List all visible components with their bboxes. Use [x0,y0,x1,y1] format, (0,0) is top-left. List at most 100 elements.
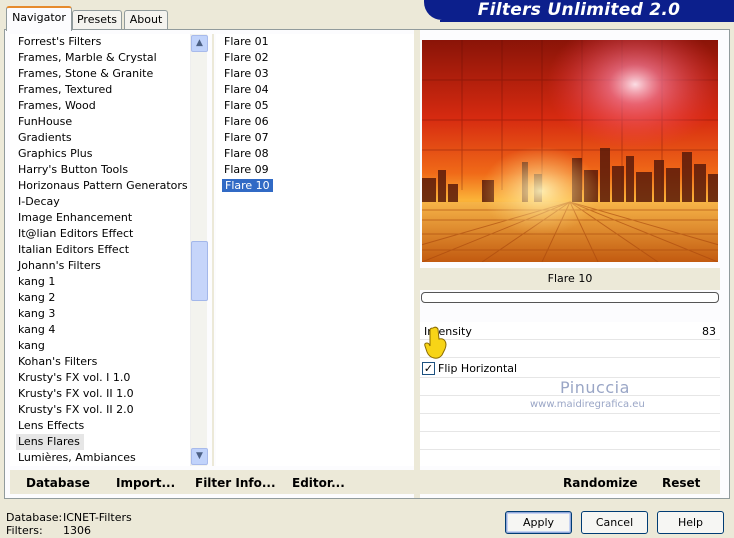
filter-item[interactable]: Flare 10 [216,178,414,194]
category-item[interactable]: Krusty's FX vol. II 1.0 [10,386,190,402]
database-value: ICNET-Filters [63,511,132,524]
category-item[interactable]: Lens Flares [10,434,190,450]
filter-item[interactable]: Flare 04 [216,82,414,98]
category-item[interactable]: Kohan's Filters [10,354,190,370]
category-item[interactable]: Lumières, Ambiances [10,450,190,466]
filter-item[interactable]: Flare 02 [216,50,414,66]
editor-button[interactable]: Editor... [292,476,345,490]
filter-item-label: Flare 09 [224,163,269,176]
cancel-button[interactable]: Cancel [581,511,648,534]
category-item-label: Lens Effects [18,419,85,432]
help-button[interactable]: Help [657,511,724,534]
category-item[interactable]: Lens Effects [10,418,190,434]
filter-item-label: Flare 01 [224,35,269,48]
category-item-label: Krusty's FX vol. II 2.0 [18,403,134,416]
category-item[interactable]: kang 4 [10,322,190,338]
progress-bar [421,292,719,303]
preview-filter-name: Flare 10 [420,268,720,290]
category-item-label: Horizonaus Pattern Generators [18,179,188,192]
category-item[interactable]: Harry's Button Tools [10,162,190,178]
filter-item[interactable]: Flare 08 [216,146,414,162]
category-item[interactable]: Horizonaus Pattern Generators [10,178,190,194]
filter-item-label: Flare 04 [224,83,269,96]
list-divider [212,34,214,466]
category-item-label: kang 1 [18,275,56,288]
category-item[interactable]: Graphics Plus [10,146,190,162]
database-label: Database: [6,511,63,524]
tab-presets[interactable]: Presets [72,10,122,30]
scroll-thumb[interactable] [191,241,208,301]
randomize-button[interactable]: Randomize [563,476,637,490]
app-title-banner: Filters Unlimited 2.0 [424,0,734,20]
category-item-label: Forrest's Filters [18,35,102,48]
param-row-flip[interactable]: ✓ Flip Horizontal [420,359,720,378]
filters-count-value: 1306 [63,524,91,537]
param-row-empty [420,432,720,450]
category-item-label: Frames, Wood [18,99,96,112]
category-item-label: Kohan's Filters [18,355,98,368]
database-button[interactable]: Database [26,476,90,490]
category-scrollbar[interactable]: ▲ ▼ [190,34,208,466]
category-item-label: Krusty's FX vol. II 1.0 [18,387,134,400]
import-button[interactable]: Import... [116,476,175,490]
category-item[interactable]: FunHouse [10,114,190,130]
filter-info-button[interactable]: Filter Info... [195,476,276,490]
filter-item-label: Flare 07 [224,131,269,144]
intensity-value: 83 [702,325,716,338]
category-item[interactable]: Frames, Wood [10,98,190,114]
filter-item-label: Flare 10 [221,178,274,193]
category-item-label: I-Decay [18,195,60,208]
category-item-label: Frames, Stone & Granite [18,67,154,80]
category-item[interactable]: Krusty's FX vol. II 2.0 [10,402,190,418]
watermark-url: www.maidiregrafica.eu [530,399,645,410]
category-item[interactable]: Frames, Textured [10,82,190,98]
filters-count-label: Filters: [6,524,43,537]
filter-item[interactable]: Flare 07 [216,130,414,146]
scroll-down-button[interactable]: ▼ [191,448,208,465]
category-item[interactable]: I-Decay [10,194,190,210]
category-item[interactable]: Frames, Marble & Crystal [10,50,190,66]
watermark-name: Pinuccia [560,378,630,397]
category-item-label: FunHouse [18,115,73,128]
category-item-label: Image Enhancement [18,211,133,224]
category-item[interactable]: kang 3 [10,306,190,322]
category-item[interactable]: Forrest's Filters [10,34,190,50]
tab-navigator[interactable]: Navigator [6,6,72,31]
flip-horizontal-checkbox[interactable]: ✓ [422,362,435,375]
filter-item-label: Flare 08 [224,147,269,160]
param-row-empty [420,340,720,358]
filter-item[interactable]: Flare 03 [216,66,414,82]
category-item[interactable]: Italian Editors Effect [10,242,190,258]
category-item[interactable]: Krusty's FX vol. I 1.0 [10,370,190,386]
category-item-label: Frames, Marble & Crystal [18,51,157,64]
filter-item-label: Flare 06 [224,115,269,128]
reset-button[interactable]: Reset [662,476,700,490]
apply-button[interactable]: Apply [505,511,572,534]
category-item-label: Gradients [18,131,72,144]
param-row-intensity[interactable]: Intensity 83 [420,322,720,340]
category-item[interactable]: It@lian Editors Effect [10,226,190,242]
filter-item[interactable]: Flare 05 [216,98,414,114]
category-item[interactable]: Gradients [10,130,190,146]
filter-item[interactable]: Flare 01 [216,34,414,50]
category-item[interactable]: Frames, Stone & Granite [10,66,190,82]
preview-scene [422,40,718,262]
category-item[interactable]: kang 1 [10,274,190,290]
category-item[interactable]: Image Enhancement [10,210,190,226]
category-list[interactable]: Forrest's Filters Frames, Marble & Crysta… [10,34,190,466]
filter-item[interactable]: Flare 09 [216,162,414,178]
param-row-empty [420,414,720,432]
category-item-label: Frames, Textured [18,83,113,96]
scroll-up-button[interactable]: ▲ [191,35,208,52]
category-item[interactable]: Johann's Filters [10,258,190,274]
filter-item[interactable]: Flare 06 [216,114,414,130]
category-item[interactable]: kang [10,338,190,354]
category-item-label: Italian Editors Effect [18,243,130,256]
filter-list[interactable]: Flare 01 Flare 02 Flare 03 Flare 04 Flare 05… [216,34,414,466]
tab-about[interactable]: About [124,10,168,30]
filter-item-label: Flare 02 [224,51,269,64]
category-item[interactable]: kang 2 [10,290,190,306]
category-item-label: kang [18,339,45,352]
category-item-label: Johann's Filters [18,259,101,272]
category-item-label: It@lian Editors Effect [18,227,134,240]
